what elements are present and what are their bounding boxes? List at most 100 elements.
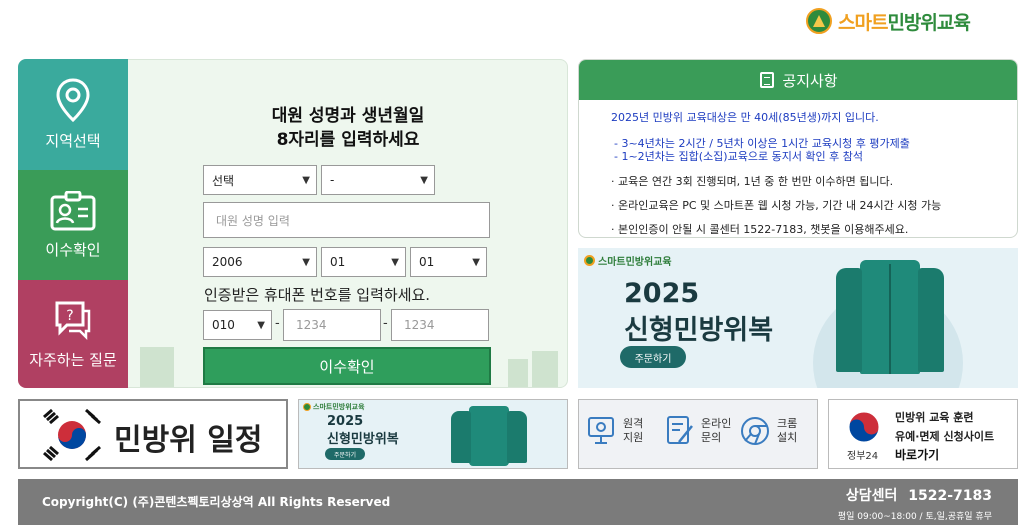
- remote-support-label: 원격 지원: [623, 417, 644, 444]
- online-inquiry-icon: [667, 416, 693, 444]
- notice-bullet-text: 본인인증이 안될 시 콜센터 1522-7183, 챗봇을 이용해주세요.: [618, 223, 909, 236]
- online-inquiry-label: 온라인 문의: [701, 417, 732, 444]
- banner-brand-text: 스마트민방위교육: [598, 257, 672, 268]
- phone-prefix-value: 010: [212, 318, 235, 332]
- region-select[interactable]: 선택 ▼: [203, 165, 317, 195]
- region-select-value: 선택: [212, 173, 235, 188]
- order-button[interactable]: 주문하기: [325, 448, 365, 460]
- notice-bullet-text: 온라인교육은 PC 및 스마트폰 웹 시청 가능, 기간 내 24시간 시청 가…: [618, 199, 942, 212]
- phone-middle-placeholder: 1234: [296, 318, 327, 332]
- chrome-icon: [741, 417, 769, 445]
- nav-faq-label: 자주하는 질문: [29, 350, 117, 369]
- birth-day-select[interactable]: 01 ▼: [410, 247, 487, 277]
- notice-bullet-text: 교육은 연간 3회 진행되며, 1년 중 한 번만 이수하면 됩니다.: [618, 175, 894, 188]
- banner-year: 2025: [624, 278, 700, 309]
- civil-defense-emblem-icon: [806, 8, 832, 34]
- new-uniform-banner-small[interactable]: 스마트민방위교육 2025 신형민방위복 주문하기: [298, 399, 568, 469]
- phone-dash: -: [383, 316, 388, 331]
- gov24-line2: 유예·면제 신청사이트: [895, 430, 995, 443]
- phone-middle-input[interactable]: 1234: [283, 309, 381, 341]
- notice-header[interactable]: 공지사항: [579, 60, 1017, 100]
- skyline-decoration: [508, 359, 528, 387]
- banner-title: 신형민방위복: [624, 315, 774, 346]
- birth-year-select[interactable]: 2006 ▼: [203, 247, 317, 277]
- gov24-brand: 정부24: [847, 451, 879, 462]
- gov24-shortcut: 바로가기: [895, 448, 940, 462]
- map-pin-icon: [56, 78, 90, 122]
- site-logo[interactable]: 스마트 민방위교육: [806, 6, 971, 36]
- call-center-hours: 평일 09:00~18:00 / 토,일,공휴일 휴무: [837, 512, 992, 522]
- logo-text-smart: 스마트: [838, 11, 888, 34]
- gov24-line1: 민방위 교육 훈련: [895, 411, 974, 424]
- call-center-phone: 1522-7183: [908, 488, 992, 504]
- support-tools-box: 원격 지원 온라인 문의 크롬 설치: [578, 399, 818, 469]
- call-center-label: 상담센터: [845, 488, 898, 504]
- civil-defense-emblem-icon: [303, 403, 311, 411]
- nav-confirm-label: 이수확인: [45, 240, 101, 259]
- chevron-down-icon: ▼: [391, 256, 399, 268]
- banner-year: 2025: [327, 414, 364, 429]
- civil-defense-emblem-icon: [584, 255, 595, 266]
- online-inquiry-link[interactable]: 온라인 문의: [665, 414, 731, 448]
- birth-month-select[interactable]: 01 ▼: [321, 247, 406, 277]
- taegukgi-flag-icon: [43, 408, 101, 462]
- chevron-down-icon: ▼: [257, 319, 265, 331]
- notice-bullet: · 본인인증이 안될 시 콜센터 1522-7183, 챗봇을 이용해주세요.: [611, 223, 909, 236]
- civil-defense-schedule-banner[interactable]: 민방위 일정: [18, 399, 288, 469]
- uniform-jacket-image: [830, 260, 950, 374]
- notice-title: 공지사항: [782, 71, 838, 90]
- remote-support-icon: [588, 417, 614, 444]
- chevron-down-icon: ▼: [302, 256, 310, 268]
- birth-month-value: 01: [330, 255, 346, 269]
- form-title-line2: 8자리를 입력하세요: [276, 130, 420, 150]
- new-uniform-banner[interactable]: 스마트민방위교육 2025 신형민방위복 주문하기: [578, 248, 1018, 388]
- district-select-value: -: [330, 173, 335, 187]
- document-icon: [760, 72, 775, 88]
- name-input-placeholder: 대원 성명 입력: [216, 213, 290, 228]
- phone-prefix-select[interactable]: 010 ▼: [203, 310, 272, 340]
- schedule-title: 민방위 일정: [114, 423, 263, 458]
- notice-bullet: · 교육은 연간 3회 진행되며, 1년 중 한 번만 이수하면 됩니다.: [611, 175, 894, 188]
- birth-day-value: 01: [419, 255, 435, 269]
- footer: Copyright(C) (주)콘텐츠펙토리상상역 All Rights Res…: [18, 479, 1018, 525]
- nav-region-select[interactable]: 지역선택: [18, 59, 128, 170]
- notice-bullet: · 온라인교육은 PC 및 스마트폰 웹 시청 가능, 기간 내 24시간 시청…: [611, 199, 942, 212]
- gov24-logo-icon: [848, 411, 880, 443]
- chevron-down-icon: ▼: [420, 174, 428, 186]
- notice-line: 2025년 민방위 교육대상은 만 40세(85년생)까지 입니다.: [611, 111, 879, 124]
- order-button[interactable]: 주문하기: [620, 346, 686, 368]
- copyright: Copyright(C) (주)콘텐츠펙토리상상역 All Rights Res…: [42, 495, 391, 509]
- birth-year-value: 2006: [212, 255, 243, 269]
- banner-brand: 스마트민방위교육: [303, 402, 365, 412]
- uniform-jacket-image: [449, 406, 529, 466]
- name-input[interactable]: 대원 성명 입력: [203, 202, 490, 238]
- phone-prompt: 인증받은 휴대폰 번호를 입력하세요.: [204, 286, 431, 304]
- faq-chat-icon: ?: [55, 301, 91, 340]
- call-center-info: 상담센터 1522-7183 평일 09:00~18:00 / 토,일,공휴일 …: [838, 485, 992, 522]
- skyline-decoration: [532, 351, 558, 387]
- gov24-deferral-banner[interactable]: 정부24 민방위 교육 훈련 유예·면제 신청사이트 바로가기: [828, 399, 1018, 469]
- id-card-icon: [50, 190, 96, 230]
- phone-last-placeholder: 1234: [404, 318, 435, 332]
- banner-brand-text: 스마트민방위교육: [313, 403, 365, 411]
- notice-panel: 공지사항 2025년 민방위 교육대상은 만 40세(85년생)까지 입니다. …: [578, 59, 1018, 238]
- notice-line: - 1~2년차는 집합(소집)교육으로 동지서 확인 후 참석: [614, 150, 864, 163]
- phone-last-input[interactable]: 1234: [391, 309, 489, 341]
- logo-text-main: 민방위교육: [887, 11, 970, 34]
- confirm-completion-button[interactable]: 이수확인: [203, 347, 491, 385]
- chrome-install-link[interactable]: 크롬 설치: [739, 414, 797, 448]
- svg-text:?: ?: [66, 308, 73, 324]
- banner-brand: 스마트민방위교육: [584, 253, 672, 268]
- skyline-decoration: [140, 347, 174, 387]
- nav-region-label: 지역선택: [45, 132, 101, 150]
- chrome-install-label: 크롬 설치: [777, 417, 798, 444]
- banner-title: 신형민방위복: [327, 432, 399, 447]
- nav-faq[interactable]: ? 자주하는 질문: [18, 280, 128, 388]
- district-select[interactable]: - ▼: [321, 165, 435, 195]
- chevron-down-icon: ▼: [472, 256, 480, 268]
- nav-completion-check[interactable]: 이수확인: [18, 170, 128, 280]
- remote-support-link[interactable]: 원격 지원: [587, 414, 643, 448]
- phone-dash: -: [275, 316, 280, 331]
- form-title-line1: 대원 성명과 생년월일: [271, 106, 425, 126]
- completion-check-form: 대원 성명과 생년월일 8자리를 입력하세요 선택 ▼ - ▼ 대원 성명 입력 2…: [128, 59, 568, 388]
